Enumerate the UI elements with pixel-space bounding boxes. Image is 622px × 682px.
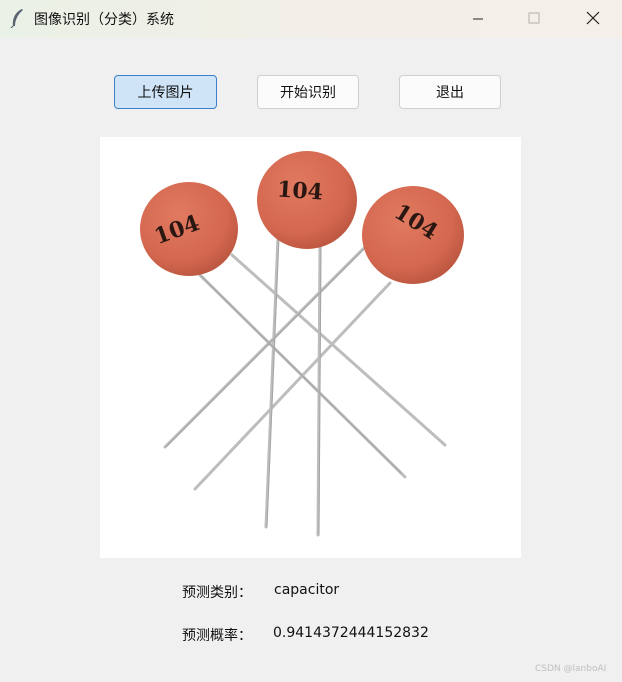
upload-image-button[interactable]: 上传图片: [114, 75, 217, 109]
maximize-icon: [528, 12, 540, 24]
watermark: CSDN @lanboAI: [535, 664, 607, 674]
start-recognition-button[interactable]: 开始识别: [257, 75, 359, 109]
title-bar: 图像识别（分类）系统: [0, 0, 622, 38]
predicted-class-label: 预测类别：: [182, 585, 252, 601]
exit-button[interactable]: 退出: [399, 75, 501, 109]
feather-icon: [10, 9, 23, 28]
image-preview: 104 104 104: [100, 137, 521, 558]
minimize-icon: [473, 18, 483, 20]
window-title: 图像识别（分类）系统: [34, 12, 174, 28]
capacitor-photo: 104 104 104: [140, 151, 464, 537]
predicted-probability-value: 0.9414372444152832: [273, 625, 429, 641]
close-button[interactable]: [570, 0, 616, 38]
predicted-probability-label: 预测概率：: [182, 628, 252, 644]
close-icon: [586, 11, 600, 25]
capacitor-marking-middle: 104: [276, 176, 324, 205]
predicted-class-value: capacitor: [274, 582, 340, 598]
maximize-button[interactable]: [511, 0, 557, 38]
minimize-button[interactable]: [455, 0, 501, 38]
